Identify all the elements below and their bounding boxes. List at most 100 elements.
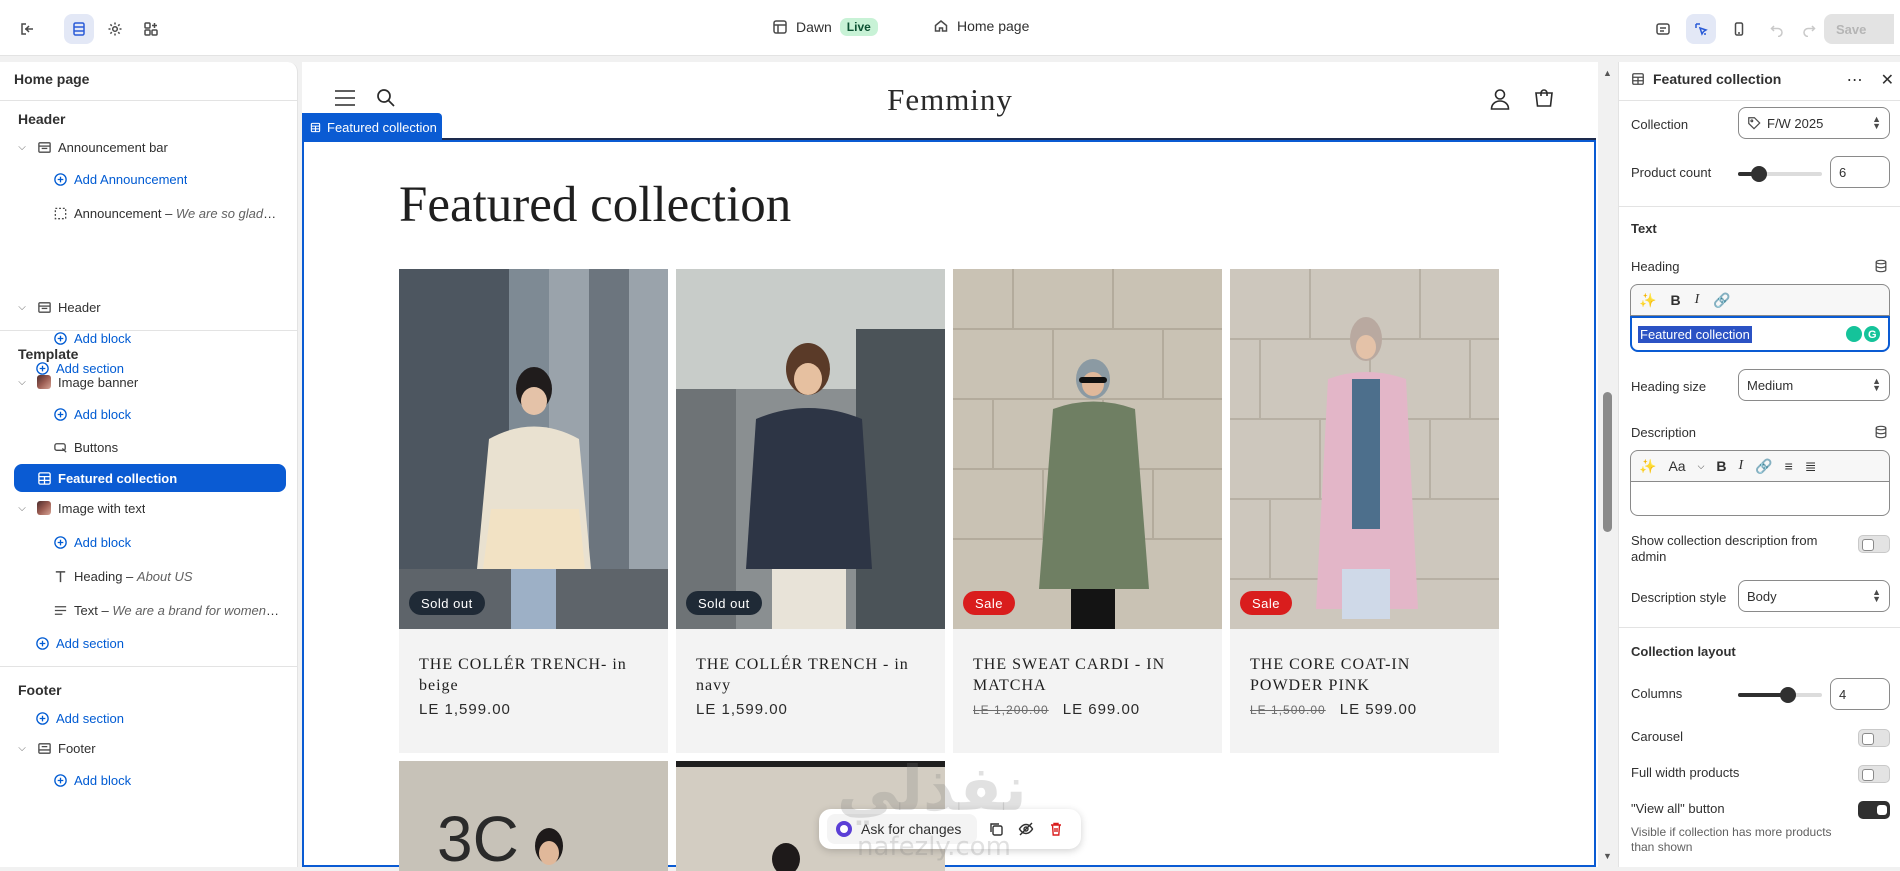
- carousel-toggle[interactable]: [1858, 729, 1890, 747]
- description-style-select[interactable]: Body ▲ ▼: [1738, 580, 1890, 612]
- scrollbar-thumb[interactable]: [1603, 392, 1612, 532]
- description-editor[interactable]: [1630, 482, 1890, 516]
- store-name[interactable]: Femminy: [302, 82, 1598, 118]
- block-announcement[interactable]: Announcement – We are so glad t...: [46, 199, 286, 227]
- collection-heading[interactable]: Featured collection: [399, 176, 791, 234]
- block-buttons[interactable]: Buttons: [46, 433, 286, 461]
- view-all-toggle[interactable]: [1858, 801, 1890, 819]
- section-tag[interactable]: Featured collection: [302, 113, 442, 141]
- page-selector[interactable]: Home page: [933, 18, 1029, 34]
- link-icon[interactable]: 🔗: [1755, 458, 1772, 475]
- grammarly-icon[interactable]: G: [1844, 324, 1882, 344]
- block-label: Announcement: [74, 205, 162, 221]
- add-section-button[interactable]: Add section: [28, 629, 286, 657]
- redo-icon[interactable]: [1794, 14, 1824, 44]
- section-label: Image banner: [58, 374, 139, 390]
- heading-size-select[interactable]: Medium ▲ ▼: [1738, 369, 1890, 401]
- gear-icon[interactable]: [100, 14, 130, 44]
- more-options-icon[interactable]: ⋯: [1847, 70, 1863, 90]
- chevron-down-icon[interactable]: ⌵: [1698, 461, 1705, 472]
- product-card[interactable]: Sold out THE COLLÉR TRENCH - in navy LE …: [676, 269, 945, 753]
- dynamic-source-icon[interactable]: [1874, 425, 1888, 439]
- columns-slider[interactable]: [1738, 687, 1822, 703]
- product-image[interactable]: [1230, 269, 1499, 629]
- product-image[interactable]: 3C: [399, 761, 668, 871]
- section-header[interactable]: ⌵ Header: [14, 293, 286, 321]
- inspector-icon[interactable]: [1648, 14, 1678, 44]
- apps-icon[interactable]: [136, 14, 166, 44]
- bold-icon[interactable]: B: [1670, 292, 1680, 308]
- columns-input[interactable]: 4: [1830, 678, 1890, 710]
- product-card[interactable]: Sale THE SWEAT CARDI - IN MATCHA LE 1,20…: [953, 269, 1222, 753]
- product-image[interactable]: [399, 269, 668, 629]
- product-count-slider[interactable]: [1738, 166, 1822, 182]
- show-description-toggle[interactable]: [1858, 535, 1890, 553]
- undo-icon[interactable]: [1762, 14, 1792, 44]
- section-image-with-text[interactable]: ⌵ Image with text: [14, 494, 286, 522]
- slider-knob[interactable]: [1751, 166, 1767, 182]
- product-image[interactable]: [676, 269, 945, 629]
- close-icon[interactable]: ✕: [1881, 70, 1894, 90]
- chevron-down-icon[interactable]: ⌵: [14, 377, 30, 388]
- section-image-banner[interactable]: ⌵ Image banner: [14, 368, 286, 396]
- bullet-list-icon[interactable]: ≡: [1785, 458, 1793, 474]
- add-block-button[interactable]: Add block: [46, 766, 286, 794]
- theme-selector[interactable]: Dawn Live: [772, 18, 878, 36]
- magic-icon[interactable]: ✨: [1639, 458, 1656, 475]
- trash-icon[interactable]: [1045, 818, 1067, 840]
- section-announcement-bar[interactable]: ⌵ Announcement bar: [14, 133, 286, 161]
- dynamic-source-icon[interactable]: [1874, 259, 1888, 273]
- product-count-input[interactable]: 6: [1830, 156, 1890, 188]
- chevron-down-icon[interactable]: ⌵: [14, 743, 30, 754]
- theme-name: Dawn: [796, 19, 832, 35]
- block-sub: About US: [136, 568, 193, 584]
- slider-knob[interactable]: [1780, 687, 1797, 703]
- numbered-list-icon[interactable]: ≣: [1805, 458, 1817, 475]
- text-size-icon[interactable]: Aa: [1668, 458, 1685, 474]
- add-section-button[interactable]: Add section: [28, 704, 286, 732]
- mobile-preview-icon[interactable]: [1724, 14, 1754, 44]
- select-cursor-icon[interactable]: [1686, 14, 1716, 44]
- add-block-button[interactable]: Add block: [46, 528, 286, 556]
- product-image[interactable]: [953, 269, 1222, 629]
- collection-picker[interactable]: F/W 2025 ▲ ▼: [1738, 107, 1890, 139]
- section-footer[interactable]: ⌵ Footer: [14, 734, 286, 762]
- heading-editor[interactable]: Featured collection G: [1630, 316, 1890, 352]
- save-button[interactable]: Save: [1824, 14, 1894, 44]
- bold-icon[interactable]: B: [1716, 458, 1726, 474]
- cart-icon[interactable]: [1534, 88, 1554, 108]
- compare-at-price: LE 1,200.00: [973, 703, 1049, 717]
- product-title[interactable]: THE COLLÉR TRENCH- in beige: [419, 654, 654, 696]
- account-icon[interactable]: [1490, 88, 1510, 110]
- italic-icon[interactable]: I: [1695, 292, 1700, 308]
- block-text[interactable]: Text – We are a brand for women ...: [46, 596, 286, 624]
- link-icon[interactable]: 🔗: [1713, 292, 1730, 309]
- divider: [0, 330, 298, 331]
- add-block-button[interactable]: Add block: [46, 400, 286, 428]
- product-title[interactable]: THE COLLÉR TRENCH - in navy: [696, 654, 931, 696]
- exit-icon[interactable]: [12, 14, 42, 44]
- sections-sidebar: Home page Header ⌵ Announcement bar Add …: [0, 62, 298, 867]
- chevron-down-icon[interactable]: ⌵: [14, 503, 30, 514]
- product-title[interactable]: THE CORE COAT-IN POWDER PINK: [1250, 654, 1485, 696]
- home-icon: [934, 20, 948, 32]
- full-width-toggle[interactable]: [1858, 765, 1890, 783]
- chevron-down-icon[interactable]: ⌵: [14, 302, 30, 313]
- columns-label: Columns: [1631, 686, 1683, 701]
- chevron-down-icon[interactable]: ⌵: [14, 142, 30, 153]
- preview-scrollbar[interactable]: ▲ ▼: [1598, 62, 1618, 867]
- block-heading[interactable]: Heading – About US: [46, 562, 286, 590]
- product-card[interactable]: Sale THE CORE COAT-IN POWDER PINK LE 1,5…: [1230, 269, 1499, 753]
- product-title[interactable]: THE SWEAT CARDI - IN MATCHA: [973, 654, 1208, 696]
- section-featured-collection[interactable]: Featured collection: [14, 464, 286, 492]
- view-all-help: Visible if collection has more products …: [1631, 825, 1832, 854]
- italic-icon[interactable]: I: [1739, 458, 1744, 474]
- add-announcement-button[interactable]: Add Announcement: [46, 165, 286, 193]
- magic-icon[interactable]: ✨: [1639, 292, 1656, 309]
- section-label: Header: [58, 299, 101, 315]
- add-block-button[interactable]: Add block: [46, 324, 286, 352]
- sections-icon[interactable]: [64, 14, 94, 44]
- collection-layout-heading: Collection layout: [1631, 644, 1736, 659]
- product-card[interactable]: Sold out THE COLLÉR TRENCH- in beige LE …: [399, 269, 668, 753]
- collection-section-icon: [1632, 73, 1644, 85]
